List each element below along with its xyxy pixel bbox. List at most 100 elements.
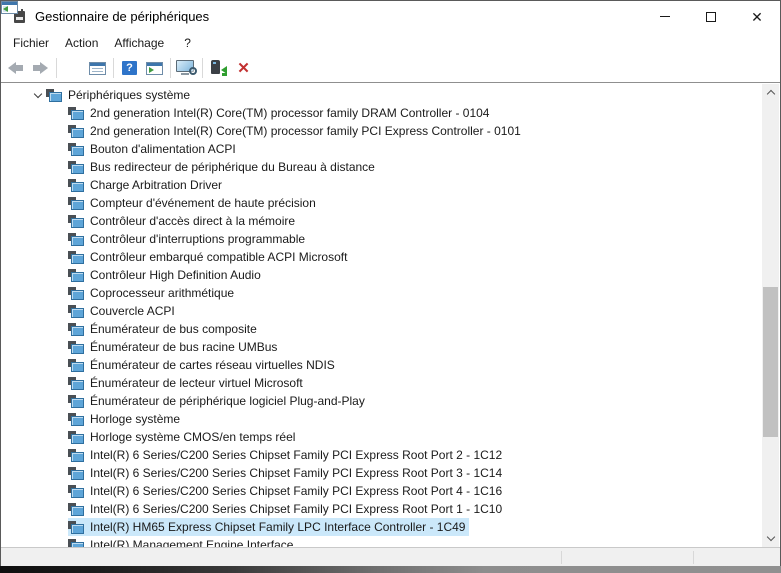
properties-button[interactable] (85, 56, 110, 80)
forward-button[interactable] (28, 56, 53, 80)
tree-item[interactable]: Coprocesseur arithmétique (2, 284, 762, 302)
tree-item[interactable]: Énumérateur de bus composite (2, 320, 762, 338)
tree-item[interactable]: Horloge système CMOS/en temps réel (2, 428, 762, 446)
statusbar (1, 547, 780, 566)
device-tree-pane: Périphériques système 2nd generation Int… (2, 84, 779, 547)
chevron-down-icon (33, 89, 41, 97)
tree-item[interactable]: Contrôleur High Definition Audio (2, 266, 762, 284)
back-button[interactable] (3, 56, 28, 80)
tree-item[interactable]: Énumérateur de périphérique logiciel Plu… (2, 392, 762, 410)
device-icon (68, 197, 84, 210)
titlebar: Gestionnaire de périphériques ✕ (1, 1, 780, 32)
tree-item[interactable]: Intel(R) 6 Series/C200 Series Chipset Fa… (2, 500, 762, 518)
device-icon (68, 215, 84, 228)
device-manager-screen: Gestionnaire de périphériques ✕ Fichier … (0, 0, 781, 573)
uninstall-device-button[interactable]: ✕ (231, 56, 256, 80)
menu-action[interactable]: Action (57, 33, 106, 53)
tree-item-label: 2nd generation Intel(R) Core(TM) process… (90, 106, 489, 120)
action-pane-button[interactable] (142, 56, 167, 80)
tree-item[interactable]: Compteur d'événement de haute précision (2, 194, 762, 212)
tree-item[interactable]: Énumérateur de lecteur virtuel Microsoft (2, 374, 762, 392)
tree-item[interactable]: Bus redirecteur de périphérique du Burea… (2, 158, 762, 176)
properties-icon (89, 62, 106, 75)
tree-item-selected[interactable]: Intel(R) HM65 Express Chipset Family LPC… (2, 518, 762, 536)
tree-item[interactable]: Contrôleur d'interruptions programmable (2, 230, 762, 248)
tree-item-label: Charge Arbitration Driver (90, 178, 222, 192)
tree-item[interactable]: Bouton d'alimentation ACPI (2, 140, 762, 158)
tree-item-label: Contrôleur embarqué compatible ACPI Micr… (90, 250, 347, 264)
scan-hardware-icon (176, 59, 197, 77)
tree-item[interactable]: Horloge système (2, 410, 762, 428)
device-icon (68, 251, 84, 264)
tree-item[interactable]: Contrôleur embarqué compatible ACPI Micr… (2, 248, 762, 266)
toolbar-separator (202, 58, 203, 78)
menu-help[interactable]: ? (176, 33, 199, 53)
device-icon (68, 467, 84, 480)
action-pane-icon (146, 62, 163, 75)
tree-item-label: Horloge système CMOS/en temps réel (90, 430, 295, 444)
toolbar-separator (56, 58, 57, 78)
device-icon (68, 107, 84, 120)
tree-item-label: 2nd generation Intel(R) Core(TM) process… (90, 124, 521, 138)
statusbar-separator (693, 551, 694, 564)
menu-fichier[interactable]: Fichier (5, 33, 57, 53)
tree-item-label: Bus redirecteur de périphérique du Burea… (90, 160, 375, 174)
device-tree: Périphériques système 2nd generation Int… (2, 84, 762, 547)
tree-item[interactable]: Couvercle ACPI (2, 302, 762, 320)
device-icon (68, 305, 84, 318)
toolbar: ? ✕ (1, 54, 780, 83)
tree-item-label: Coprocesseur arithmétique (90, 286, 234, 300)
tree-item[interactable]: Intel(R) 6 Series/C200 Series Chipset Fa… (2, 446, 762, 464)
desktop-background-strip (0, 566, 781, 573)
tree-item[interactable]: Intel(R) 6 Series/C200 Series Chipset Fa… (2, 482, 762, 500)
close-button[interactable]: ✕ (734, 1, 780, 32)
device-manager-window: Gestionnaire de périphériques ✕ Fichier … (0, 0, 781, 566)
scan-hardware-changes-button[interactable] (174, 56, 199, 80)
tree-item-label: Intel(R) 6 Series/C200 Series Chipset Fa… (90, 448, 502, 462)
tree-item[interactable]: Intel(R) 6 Series/C200 Series Chipset Fa… (2, 464, 762, 482)
menu-affichage[interactable]: Affichage (106, 33, 172, 53)
caption-buttons: ✕ (642, 1, 780, 32)
show-console-tree-button[interactable] (60, 56, 85, 80)
device-icon (68, 431, 84, 444)
tree-item-label: Horloge système (90, 412, 180, 426)
tree-item-label: Énumérateur de bus composite (90, 322, 257, 336)
maximize-button[interactable] (688, 1, 734, 32)
tree-item[interactable]: Charge Arbitration Driver (2, 176, 762, 194)
tree-root-label: Périphériques système (68, 88, 190, 102)
tree-item[interactable]: 2nd generation Intel(R) Core(TM) process… (2, 104, 762, 122)
expand-collapse-chevron[interactable] (29, 94, 46, 97)
tree-item-label: Contrôleur High Definition Audio (90, 268, 261, 282)
tree-item[interactable]: 2nd generation Intel(R) Core(TM) process… (2, 122, 762, 140)
tree-item-label: Énumérateur de périphérique logiciel Plu… (90, 394, 365, 408)
menubar: Fichier Action Affichage ? (1, 32, 780, 54)
device-icon (68, 233, 84, 246)
tree-item-label: Intel(R) 6 Series/C200 Series Chipset Fa… (90, 484, 502, 498)
update-driver-button[interactable] (206, 56, 231, 80)
help-button[interactable]: ? (117, 56, 142, 80)
tree-root-peripheriques-systeme[interactable]: Périphériques système (2, 86, 762, 104)
device-icon (68, 485, 84, 498)
scroll-up-button[interactable] (762, 84, 779, 101)
vertical-scrollbar[interactable] (762, 84, 779, 547)
tree-item-label: Bouton d'alimentation ACPI (90, 142, 236, 156)
tree-item-label: Énumérateur de bus racine UMBus (90, 340, 277, 354)
tree-item-label: Intel(R) Management Engine Interface (90, 538, 293, 547)
tree-item-label: Compteur d'événement de haute précision (90, 196, 316, 210)
tree-item[interactable]: Contrôleur d'accès direct à la mémoire (2, 212, 762, 230)
tree-item[interactable]: Énumérateur de bus racine UMBus (2, 338, 762, 356)
device-icon (68, 449, 84, 462)
device-icon (68, 521, 84, 534)
chevron-down-icon (766, 533, 774, 541)
back-arrow-icon (8, 62, 23, 74)
tree-item-label: Couvercle ACPI (90, 304, 175, 318)
tree-item-label: Contrôleur d'accès direct à la mémoire (90, 214, 295, 228)
tree-item-label: Énumérateur de lecteur virtuel Microsoft (90, 376, 303, 390)
scroll-down-button[interactable] (762, 530, 779, 547)
scrollbar-thumb[interactable] (763, 287, 778, 437)
minimize-button[interactable] (642, 1, 688, 32)
tree-item[interactable]: Intel(R) Management Engine Interface (2, 536, 762, 547)
device-icon (68, 395, 84, 408)
tree-item[interactable]: Énumérateur de cartes réseau virtuelles … (2, 356, 762, 374)
device-icon (68, 341, 84, 354)
